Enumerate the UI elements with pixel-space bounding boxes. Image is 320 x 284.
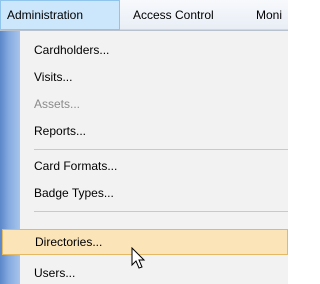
menu-separator xyxy=(34,211,288,212)
mouse-pointer-icon xyxy=(131,247,146,269)
menu-item-label: Directories... xyxy=(35,235,103,249)
menu-item-reports[interactable]: Reports... xyxy=(20,118,288,144)
menu-item-label: Reports... xyxy=(34,124,87,138)
menu-item-label: Visits... xyxy=(34,70,73,84)
menu-administration-label: Administration xyxy=(7,8,84,22)
menu-item-label: Cardholders... xyxy=(34,43,110,57)
menu-item-visits[interactable]: Visits... xyxy=(20,64,288,90)
menu-item-cardholders[interactable]: Cardholders... xyxy=(20,37,288,63)
app-window: Administration Access Control Moni Cardh… xyxy=(0,0,288,284)
menu-item-users[interactable]: Users... xyxy=(20,260,288,284)
menu-administration[interactable]: Administration xyxy=(0,0,120,30)
menu-item-label: Users... xyxy=(34,266,76,280)
menu-item-card-formats[interactable]: Card Formats... xyxy=(20,153,288,179)
menu-separator xyxy=(34,149,288,150)
menu-item-label: Badge Types... xyxy=(34,186,114,200)
menu-item-assets: Assets... xyxy=(20,91,288,117)
menu-bar: Administration Access Control Moni xyxy=(0,0,288,30)
menu-item-badge-types[interactable]: Badge Types... xyxy=(20,180,288,206)
menu-access-control[interactable]: Access Control xyxy=(125,0,245,30)
menu-monitor-label: Moni xyxy=(256,8,283,22)
administration-dropdown: Cardholders... Visits... Assets... Repor… xyxy=(0,30,288,284)
menu-monitor[interactable]: Moni xyxy=(252,0,288,30)
menu-item-label: Card Formats... xyxy=(34,159,118,173)
menu-access-control-label: Access Control xyxy=(133,8,214,22)
menu-item-label: Assets... xyxy=(34,97,81,111)
